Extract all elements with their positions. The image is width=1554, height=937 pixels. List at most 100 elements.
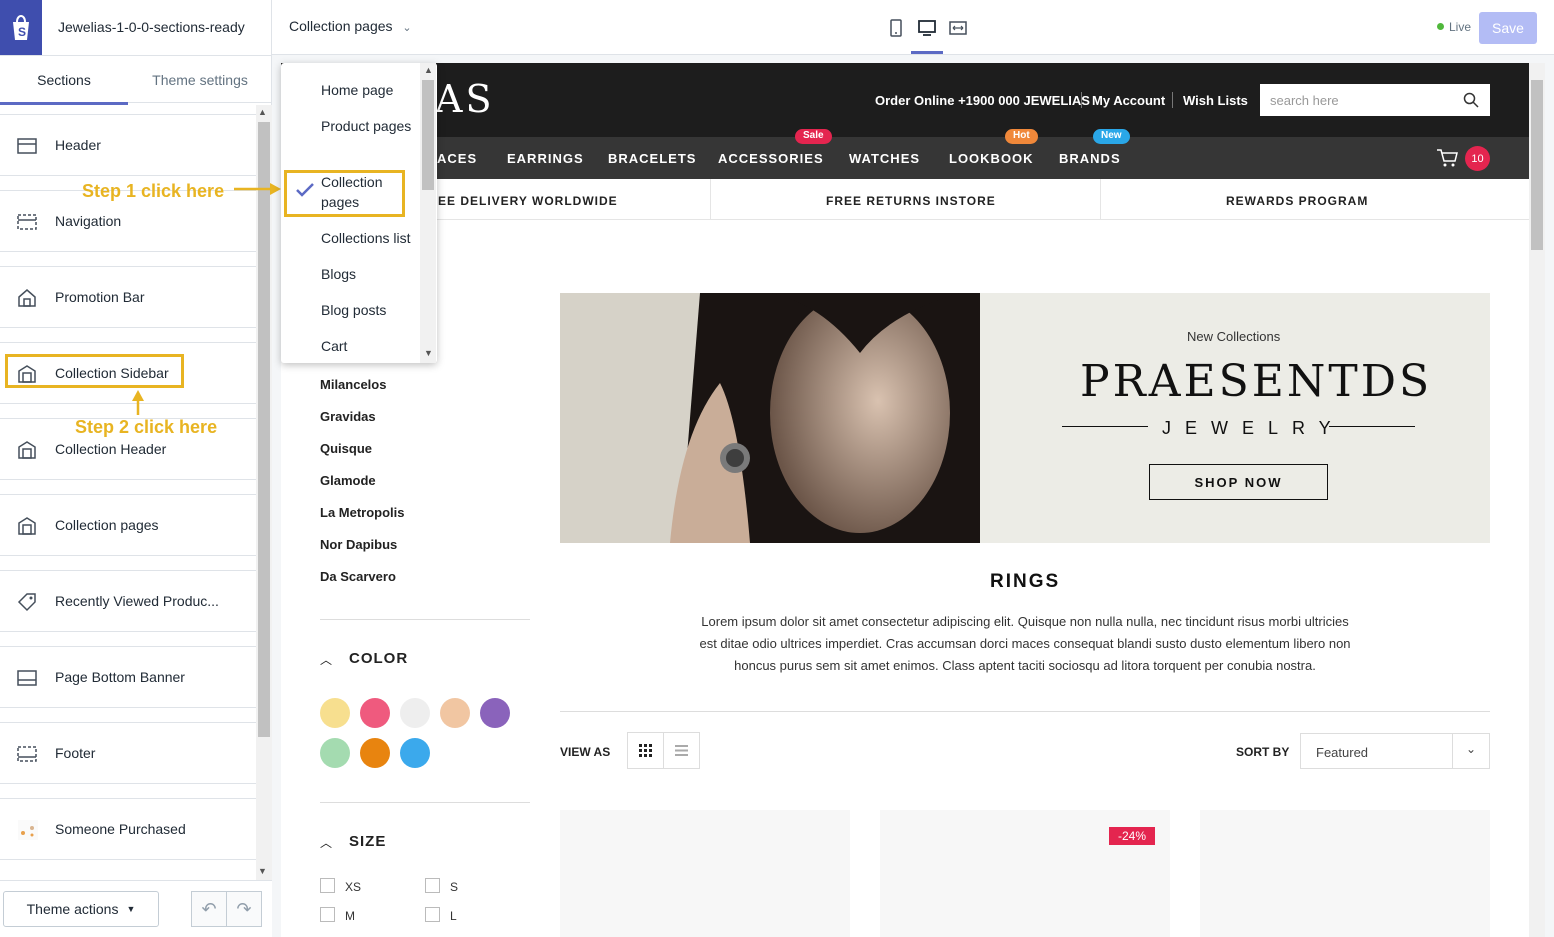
sale-badge: Sale <box>795 129 832 144</box>
dropdown-item-home[interactable]: Home page <box>321 80 421 100</box>
dropdown-item-blogs[interactable]: Blogs <box>321 264 421 284</box>
shopify-logo[interactable]: S <box>0 0 42 55</box>
section-item-someone-purchased[interactable]: Someone Purchased <box>0 798 256 860</box>
category-link[interactable]: Nor Dapibus <box>320 537 397 552</box>
collapse-chevron-icon[interactable]: ︿ <box>320 651 332 668</box>
nav-accessories[interactable]: ACCESSORIES <box>718 151 824 166</box>
chevron-down-icon: ⌄ <box>1466 742 1477 756</box>
sort-select[interactable]: Featured <box>1300 733 1490 769</box>
section-label: Collection Header <box>55 441 167 457</box>
list-view-button[interactable] <box>663 732 700 769</box>
svg-text:S: S <box>18 25 26 39</box>
nav-lookbook[interactable]: LOOKBOOK <box>949 151 1034 166</box>
tab-sections[interactable]: Sections <box>0 72 128 88</box>
color-swatch[interactable] <box>440 698 470 728</box>
promo-free-delivery: EE DELIVERY WORLDWIDE <box>438 194 618 208</box>
nav-bracelets[interactable]: BRACELETS <box>608 151 696 166</box>
page-type-select[interactable]: Collection pages ⌄ <box>289 18 412 34</box>
active-device-indicator <box>911 51 943 54</box>
collection-banner[interactable] <box>560 293 1490 543</box>
redo-button[interactable]: ↷ <box>226 891 262 927</box>
undo-button[interactable]: ↶ <box>191 891 227 927</box>
color-swatch[interactable] <box>360 738 390 768</box>
redo-icon: ↷ <box>236 898 252 919</box>
cart-icon[interactable] <box>1436 148 1458 168</box>
nav-brands[interactable]: BRANDS <box>1059 151 1121 166</box>
save-button[interactable]: Save <box>1479 12 1537 44</box>
category-link[interactable]: Da Scarvero <box>320 569 396 584</box>
section-label: Recently Viewed Produc... <box>55 593 219 609</box>
live-status-dot <box>1437 23 1444 30</box>
theme-actions-button[interactable]: Theme actions ▼ <box>3 891 159 927</box>
section-item-header[interactable]: Header <box>0 114 256 176</box>
wish-lists-link[interactable]: Wish Lists <box>1183 93 1248 108</box>
collapse-chevron-icon[interactable]: ︿ <box>320 834 332 851</box>
scroll-down-arrow-icon[interactable]: ▼ <box>424 348 433 358</box>
section-item-page-bottom-banner[interactable]: Page Bottom Banner <box>0 646 256 708</box>
category-link[interactable]: Quisque <box>320 441 372 456</box>
shop-now-button[interactable]: SHOP NOW <box>1149 464 1328 500</box>
sidebar-scrollbar-thumb[interactable] <box>258 122 270 737</box>
color-filter-heading[interactable]: COLOR <box>349 650 408 667</box>
size-label: S <box>450 880 459 894</box>
color-swatch[interactable] <box>360 698 390 728</box>
grid-view-button[interactable] <box>627 732 664 769</box>
search-icon[interactable] <box>1463 92 1479 108</box>
chevron-down-icon: ⌄ <box>402 22 412 34</box>
undo-icon: ↶ <box>201 898 217 919</box>
mobile-view-icon[interactable] <box>887 19 905 37</box>
size-checkbox[interactable] <box>425 907 440 922</box>
section-item-recently-viewed[interactable]: Recently Viewed Produc... <box>0 570 256 632</box>
section-item-collection-pages[interactable]: Collection pages <box>0 494 256 556</box>
banner-tagline: JEWELRY <box>1162 418 1345 438</box>
color-swatch[interactable] <box>480 698 510 728</box>
select-divider <box>1452 733 1453 769</box>
dropdown-item-product[interactable]: Product pages <box>321 116 421 136</box>
arrow-right-icon <box>234 183 281 195</box>
product-card[interactable] <box>560 810 850 937</box>
dropdown-scrollbar-thumb[interactable] <box>422 80 434 190</box>
color-swatch[interactable] <box>400 738 430 768</box>
size-checkbox[interactable] <box>320 878 335 893</box>
category-link[interactable]: Milancelos <box>320 377 386 392</box>
desktop-view-icon[interactable] <box>918 19 936 37</box>
dropdown-item-cart[interactable]: Cart <box>321 336 421 356</box>
order-online-link[interactable]: Order Online +1900 000 JEWELIAS <box>875 93 1090 108</box>
nav-necklaces[interactable]: ACES <box>437 151 477 166</box>
my-account-link[interactable]: My Account <box>1092 93 1165 108</box>
scroll-up-arrow-icon[interactable]: ▲ <box>258 107 267 117</box>
product-card[interactable] <box>1200 810 1490 937</box>
nav-watches[interactable]: WATCHES <box>849 151 920 166</box>
scroll-up-arrow-icon[interactable]: ▲ <box>424 65 433 75</box>
active-tab-indicator <box>0 102 128 105</box>
color-swatch[interactable] <box>320 738 350 768</box>
dropdown-item-collections-list[interactable]: Collections list <box>321 228 421 248</box>
collection-description: est ditae odio ultrices imperdiet. Cras … <box>699 636 1351 651</box>
category-link[interactable]: Glamode <box>320 473 376 488</box>
color-swatch[interactable] <box>400 698 430 728</box>
preview-scrollbar-thumb[interactable] <box>1531 80 1543 250</box>
filter-divider <box>320 802 530 803</box>
section-item-footer[interactable]: Footer <box>0 722 256 784</box>
scroll-down-arrow-icon[interactable]: ▼ <box>258 866 267 876</box>
nav-earrings[interactable]: EARRINGS <box>507 151 584 166</box>
category-link[interactable]: Gravidas <box>320 409 376 424</box>
new-badge: New <box>1093 129 1130 144</box>
banner-rule <box>1062 426 1148 427</box>
size-checkbox[interactable] <box>320 907 335 922</box>
banner-title: PRAESENTDS <box>1080 356 1433 407</box>
color-swatch[interactable] <box>320 698 350 728</box>
size-checkbox[interactable] <box>425 878 440 893</box>
section-item-promotion-bar[interactable]: Promotion Bar <box>0 266 256 328</box>
size-filter-heading[interactable]: SIZE <box>349 833 386 850</box>
step2-annotation: Step 2 click here <box>75 417 218 437</box>
fullwidth-view-icon[interactable] <box>949 19 967 37</box>
collection-title: RINGS <box>990 571 1061 592</box>
footer-icon <box>17 746 37 762</box>
section-label: Footer <box>55 745 96 761</box>
tab-theme-settings[interactable]: Theme settings <box>128 72 272 88</box>
store-search-input[interactable]: search here <box>1260 84 1490 116</box>
promo-free-returns: FREE RETURNS INSTORE <box>826 194 996 208</box>
category-link[interactable]: La Metropolis <box>320 505 405 520</box>
dropdown-item-blog-posts[interactable]: Blog posts <box>321 300 421 320</box>
